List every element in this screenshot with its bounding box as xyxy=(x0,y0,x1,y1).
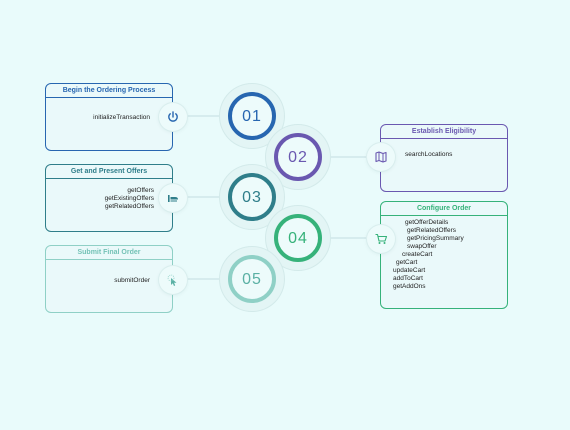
offers-icon xyxy=(168,195,178,202)
step-03-ring: 03 xyxy=(228,173,276,221)
step-04-item: getCart xyxy=(396,259,418,266)
step-04-item: createCart xyxy=(402,251,433,258)
step-05-items: submitOrder xyxy=(114,277,150,285)
step-05-item: submitOrder xyxy=(114,277,150,284)
step-02-title: Establish Eligibility xyxy=(381,125,507,139)
step-01-icon-circle xyxy=(159,103,187,131)
step-05-icon-circle xyxy=(159,266,187,294)
step-02-items: searchLocations xyxy=(405,151,452,159)
power-icon xyxy=(168,111,178,122)
step-04-number: 04 xyxy=(288,230,308,247)
step-02-number: 02 xyxy=(288,149,308,166)
step-03-title: Get and Present Offers xyxy=(46,165,172,179)
step-02-item: searchLocations xyxy=(405,151,453,158)
step-03-item: getExistingOffers xyxy=(104,195,154,202)
step-04-item: swapOffer xyxy=(407,243,437,250)
step-03-box: Get and Present Offers getOffers getExis… xyxy=(45,164,173,232)
step-05-ring: 05 xyxy=(228,255,276,303)
map-icon xyxy=(375,151,387,163)
step-04-item: addToCart xyxy=(393,275,423,282)
step-03-number: 03 xyxy=(242,189,262,206)
step-04-item: getAddOns xyxy=(393,283,426,290)
step-04-box: Configure Order getOfferDetails getRelat… xyxy=(380,201,508,309)
step-04-title: Configure Order xyxy=(381,202,507,216)
step-04-item: updateCart xyxy=(393,267,426,274)
step-02-box: Establish Eligibility searchLocations xyxy=(380,124,508,192)
cart-icon xyxy=(375,233,388,244)
step-02-ring: 02 xyxy=(274,133,322,181)
step-03-item: getOffers xyxy=(127,187,154,194)
step-04-ring: 04 xyxy=(274,214,322,262)
step-01-box: Begin the Ordering Process initializeTra… xyxy=(45,83,173,151)
step-05-title: Submit Final Order xyxy=(46,246,172,260)
step-01-number: 01 xyxy=(242,108,262,125)
step-02-icon-circle xyxy=(367,143,395,171)
step-04-item: getOfferDetails xyxy=(405,219,449,226)
step-03-item: getRelatedOffers xyxy=(104,203,154,210)
step-04-item: getPricingSummary xyxy=(407,235,464,242)
step-01-items: initializeTransaction xyxy=(93,114,150,122)
step-04-items: getOfferDetails getRelatedOffers getPric… xyxy=(393,219,464,291)
step-01-ring: 01 xyxy=(228,92,276,140)
step-03-icon-circle xyxy=(159,184,187,212)
step-04-item: getRelatedOffers xyxy=(407,227,457,234)
step-03-items: getOffers getExistingOffers getRelatedOf… xyxy=(105,187,154,211)
step-05-number: 05 xyxy=(242,271,262,288)
step-01-item: initializeTransaction xyxy=(93,114,150,121)
step-01-title: Begin the Ordering Process xyxy=(46,84,172,98)
pointer-icon xyxy=(167,274,177,286)
step-04-icon-circle xyxy=(367,225,395,253)
step-05-box: Submit Final Order submitOrder xyxy=(45,245,173,313)
